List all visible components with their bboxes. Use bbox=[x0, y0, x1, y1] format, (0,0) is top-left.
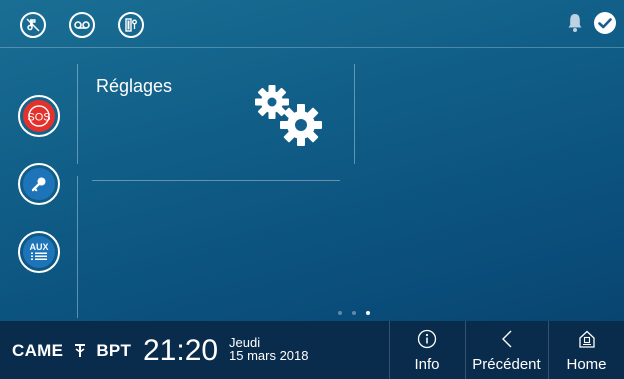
info-button[interactable]: Info bbox=[389, 321, 465, 379]
key-icon bbox=[23, 168, 55, 200]
left-divider-bottom bbox=[77, 176, 78, 318]
tile-bottom-divider bbox=[92, 180, 340, 181]
tile-label: Réglages bbox=[96, 76, 173, 96]
gears-icon bbox=[252, 82, 326, 151]
page-indicator bbox=[338, 311, 370, 315]
key-button[interactable] bbox=[18, 163, 60, 205]
sos-icon: SOS bbox=[23, 100, 55, 132]
info-icon bbox=[417, 328, 437, 350]
voicemail-icon[interactable] bbox=[69, 12, 95, 38]
brand-came: CAME bbox=[12, 341, 64, 360]
top-divider bbox=[0, 47, 624, 48]
door-key-icon[interactable] bbox=[118, 12, 144, 38]
info-label: Info bbox=[414, 356, 440, 373]
clock-time: 21:20 bbox=[143, 334, 219, 367]
svg-text:SOS: SOS bbox=[27, 112, 50, 124]
tile-right-divider bbox=[354, 64, 355, 164]
bell-icon bbox=[567, 12, 583, 39]
home-button[interactable]: Home bbox=[549, 321, 624, 379]
svg-text:AUX: AUX bbox=[29, 242, 48, 252]
check-circle-icon bbox=[593, 11, 617, 40]
brand-bpt: BPT bbox=[96, 341, 132, 360]
music-mute-icon[interactable] bbox=[20, 12, 46, 38]
page-dot[interactable] bbox=[352, 311, 356, 315]
aux-button[interactable]: AUX bbox=[18, 231, 60, 273]
previous-label: Précédent bbox=[472, 356, 541, 373]
sos-button[interactable]: SOS bbox=[18, 95, 60, 137]
top-bar bbox=[0, 0, 624, 47]
brand-separator-icon bbox=[74, 342, 86, 363]
home-label: Home bbox=[566, 356, 607, 373]
clock-date: 15 mars 2018 bbox=[229, 348, 309, 363]
aux-icon: AUX bbox=[23, 236, 55, 268]
brand-logo: CAME BPT bbox=[12, 341, 131, 363]
previous-button[interactable]: Précédent bbox=[465, 321, 548, 379]
chevron-left-icon bbox=[500, 328, 514, 350]
page-dot-active[interactable] bbox=[366, 311, 370, 315]
page-dot[interactable] bbox=[338, 311, 342, 315]
home-icon bbox=[577, 328, 597, 350]
